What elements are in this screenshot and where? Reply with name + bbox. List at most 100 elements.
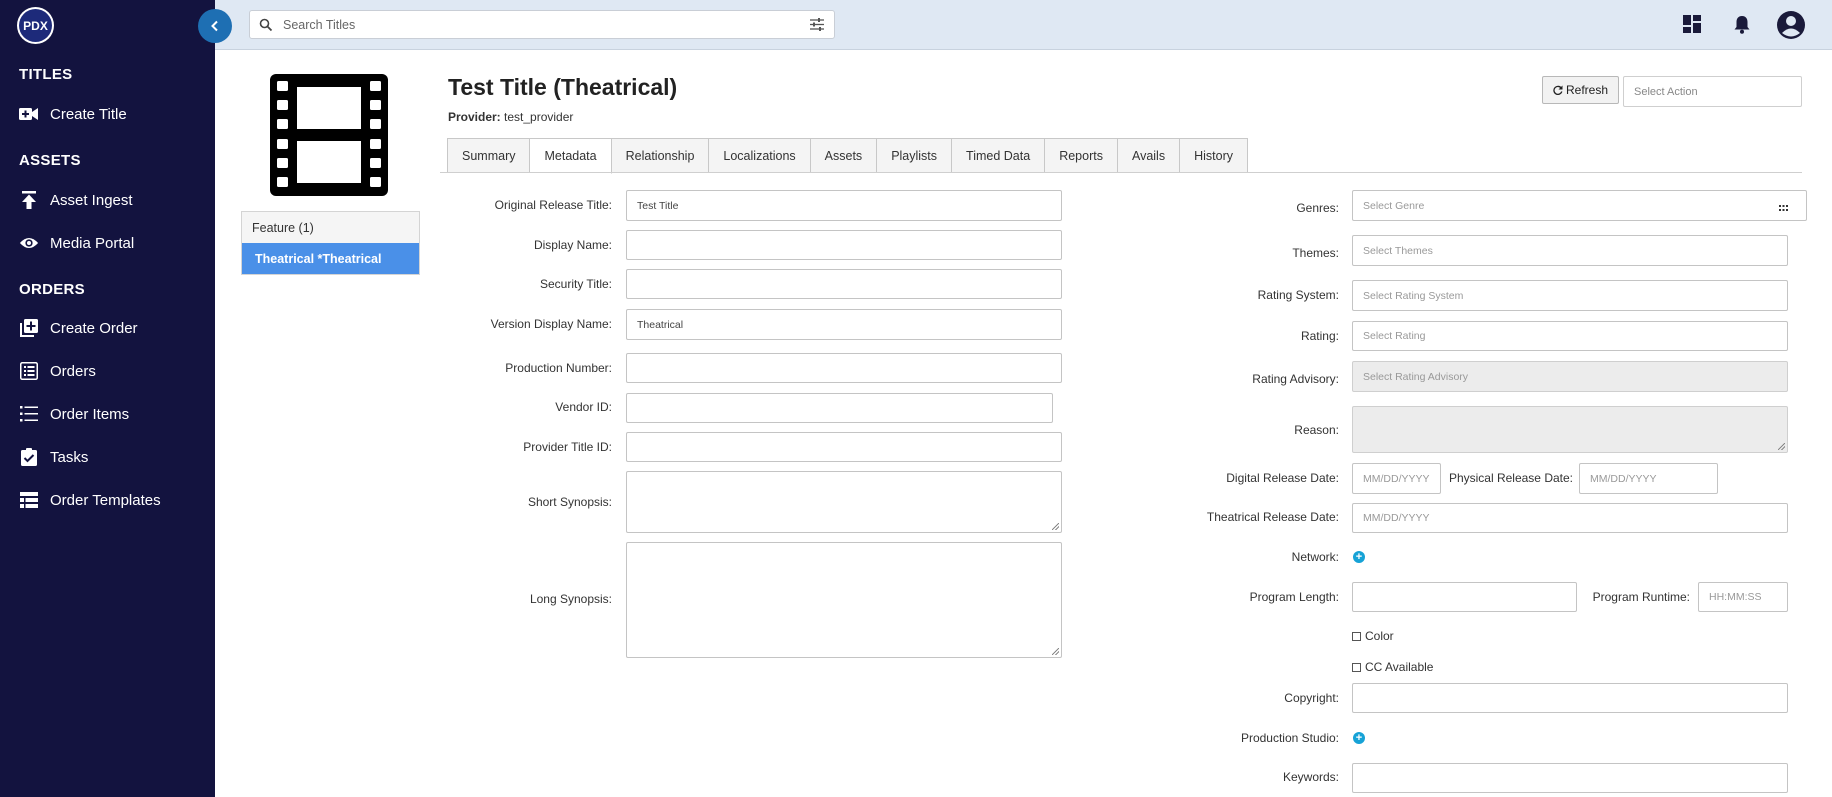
- reason-textarea[interactable]: [1352, 406, 1788, 453]
- short-synopsis-label: Short Synopsis:: [527, 495, 612, 509]
- sidebar-item-order-templates[interactable]: Order Templates: [19, 490, 161, 510]
- rating-advisory-select[interactable]: Select Rating Advisory: [1352, 361, 1788, 392]
- display-name-input[interactable]: [626, 230, 1062, 260]
- bell-icon[interactable]: [1730, 12, 1754, 36]
- color-checkbox[interactable]: Color: [1352, 629, 1394, 643]
- color-checkbox-label: Color: [1365, 629, 1394, 643]
- security-title-label: Security Title:: [539, 277, 612, 291]
- collapse-sidebar-button[interactable]: [198, 9, 232, 43]
- provider-title-id-label: Provider Title ID:: [523, 440, 612, 454]
- top-bar: [215, 0, 1832, 50]
- version-display-name-input[interactable]: Theatrical: [626, 309, 1062, 340]
- tab-bar: Summary Metadata Relationship Localizati…: [447, 138, 1248, 174]
- sidebar-item-label: Orders: [50, 362, 96, 380]
- sidebar-item-asset-ingest[interactable]: Asset Ingest: [19, 190, 133, 210]
- version-group-header[interactable]: Feature (1): [242, 212, 419, 243]
- security-title-input[interactable]: [626, 269, 1062, 299]
- sidebar-item-create-title[interactable]: Create Title: [19, 104, 127, 124]
- eye-icon: [19, 233, 39, 253]
- genres-select[interactable]: Select Genre: [1352, 190, 1807, 221]
- theatrical-release-date-input[interactable]: MM/DD/YYYY: [1352, 503, 1788, 533]
- theatrical-release-date-label: Theatrical Release Date:: [1206, 510, 1339, 524]
- select-action-dropdown[interactable]: Select Action: [1623, 76, 1802, 107]
- rating-system-select[interactable]: Select Rating System: [1352, 280, 1788, 311]
- tab-history[interactable]: History: [1180, 138, 1248, 173]
- sidebar-item-label: Tasks: [50, 448, 89, 466]
- sidebar: PDX TITLES Create Title ASSETS Asset Ing…: [0, 0, 215, 797]
- provider-title-id-input[interactable]: [626, 432, 1062, 462]
- version-display-name-label: Version Display Name:: [490, 317, 612, 331]
- keywords-input[interactable]: [1352, 763, 1788, 793]
- tab-avails[interactable]: Avails: [1117, 138, 1181, 173]
- program-length-input[interactable]: [1352, 582, 1577, 612]
- physical-release-date-input[interactable]: MM/DD/YYYY: [1579, 463, 1718, 494]
- list-box-icon: [19, 361, 39, 381]
- rating-label: Rating:: [1300, 329, 1339, 343]
- sidebar-item-tasks[interactable]: Tasks: [19, 447, 88, 467]
- version-item-theatrical[interactable]: Theatrical *Theatrical: [242, 243, 419, 274]
- video-plus-icon: [19, 104, 39, 124]
- tab-reports[interactable]: Reports: [1045, 138, 1118, 173]
- copyright-input[interactable]: [1352, 683, 1788, 713]
- search-input[interactable]: [283, 17, 783, 32]
- tab-relationship[interactable]: Relationship: [611, 138, 710, 173]
- display-name-label: Display Name:: [533, 238, 612, 252]
- version-list: Feature (1) Theatrical *Theatrical: [241, 211, 420, 275]
- keywords-label: Keywords:: [1282, 770, 1339, 784]
- rating-advisory-label: Rating Advisory:: [1252, 372, 1339, 386]
- provider-value: test_provider: [504, 110, 574, 124]
- grid-dots-icon[interactable]: [1779, 201, 1791, 211]
- production-studio-label: Production Studio:: [1240, 731, 1339, 745]
- sidebar-item-label: Order Templates: [50, 491, 161, 509]
- sidebar-item-order-items[interactable]: Order Items: [19, 404, 129, 424]
- page-title: Test Title (Theatrical): [448, 74, 678, 100]
- tab-assets[interactable]: Assets: [810, 138, 878, 173]
- tab-localizations[interactable]: Localizations: [709, 138, 811, 173]
- cc-available-checkbox[interactable]: CC Available: [1352, 660, 1433, 674]
- sidebar-item-label: Order Items: [50, 405, 130, 423]
- digital-release-date-input[interactable]: MM/DD/YYYY: [1352, 463, 1441, 494]
- themes-select[interactable]: Select Themes: [1352, 235, 1788, 266]
- refresh-button[interactable]: Refresh: [1542, 76, 1619, 104]
- sidebar-item-create-order[interactable]: Create Order: [19, 318, 138, 338]
- provider-line: Provider: test_provider: [448, 110, 573, 124]
- sidebar-item-orders[interactable]: Orders: [19, 361, 96, 381]
- production-number-label: Production Number:: [505, 361, 612, 375]
- account-icon[interactable]: [1776, 10, 1806, 40]
- digital-release-date-label: Digital Release Date:: [1226, 471, 1339, 485]
- refresh-label: Refresh: [1565, 83, 1609, 97]
- clipboard-check-icon: [19, 447, 39, 467]
- long-synopsis-label: Long Synopsis:: [529, 592, 612, 606]
- list-icon: [19, 404, 39, 424]
- program-runtime-input[interactable]: HH:MM:SS: [1698, 582, 1788, 612]
- tab-playlists[interactable]: Playlists: [877, 138, 953, 173]
- app-logo[interactable]: PDX: [17, 7, 54, 44]
- add-network-icon[interactable]: +: [1353, 551, 1365, 563]
- search-box[interactable]: [249, 10, 835, 39]
- rating-select[interactable]: Select Rating: [1352, 321, 1788, 351]
- sidebar-section-titles: TITLES: [19, 66, 73, 83]
- dashboard-icon[interactable]: [1680, 12, 1704, 36]
- add-production-studio-icon[interactable]: +: [1353, 732, 1365, 744]
- short-synopsis-textarea[interactable]: [626, 471, 1062, 533]
- rating-system-label: Rating System:: [1257, 288, 1339, 302]
- filter-sliders-icon[interactable]: [810, 18, 824, 31]
- original-release-title-input[interactable]: Test Title: [626, 190, 1062, 221]
- reason-label: Reason:: [1294, 423, 1339, 437]
- sidebar-item-media-portal[interactable]: Media Portal: [19, 233, 134, 253]
- production-number-input[interactable]: [626, 353, 1062, 383]
- tab-timed-data[interactable]: Timed Data: [952, 138, 1046, 173]
- sidebar-item-label: Create Title: [50, 105, 127, 123]
- logo-text: PDX: [19, 9, 52, 42]
- long-synopsis-textarea[interactable]: [626, 542, 1062, 658]
- search-icon: [259, 18, 273, 31]
- genres-label: Genres:: [1296, 201, 1339, 215]
- checkbox-box[interactable]: [1352, 662, 1361, 672]
- cc-available-checkbox-label: CC Available: [1365, 660, 1434, 674]
- sidebar-section-orders: ORDERS: [19, 281, 85, 298]
- vendor-id-input[interactable]: [626, 393, 1053, 423]
- tab-metadata[interactable]: Metadata: [530, 138, 612, 174]
- provider-label: Provider:: [448, 110, 501, 124]
- tab-summary[interactable]: Summary: [447, 138, 531, 173]
- checkbox-box[interactable]: [1352, 631, 1361, 641]
